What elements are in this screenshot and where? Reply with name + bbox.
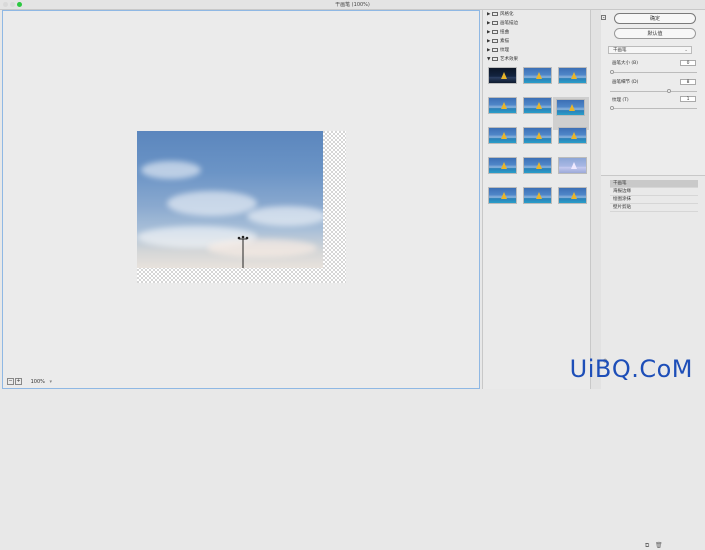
chevron-down-icon: ⌄ <box>684 48 688 53</box>
default-button[interactable]: 默认值 <box>614 28 696 39</box>
filter-thumb[interactable] <box>558 157 587 174</box>
brush-size-label: 画笔大小 (B) <box>612 61 639 66</box>
texture-input[interactable]: 1 <box>680 96 696 102</box>
slider-handle[interactable] <box>610 70 614 74</box>
filter-thumb[interactable] <box>488 187 517 204</box>
folder-texture[interactable]: ▶ 纹理 <box>487 47 509 55</box>
filter-thumb[interactable] <box>523 67 552 84</box>
folder-icon <box>492 47 498 52</box>
effect-layer[interactable]: 海报边缘 <box>610 188 698 196</box>
slider-handle[interactable] <box>667 89 671 93</box>
brush-size-slider[interactable] <box>610 70 697 74</box>
folder-stylize[interactable]: ▶ 风格化 <box>487 11 514 19</box>
filter-thumb[interactable] <box>488 97 517 114</box>
folder-sketch[interactable]: ▶ 素描 <box>487 38 509 46</box>
filter-thumb[interactable] <box>558 67 587 84</box>
zoom-in-button[interactable]: + <box>15 378 22 385</box>
folder-icon <box>492 20 498 25</box>
folder-icon <box>492 11 498 16</box>
window-title: 干画笔 (100%) <box>335 2 370 8</box>
slider-handle[interactable] <box>610 106 614 110</box>
trash-icon[interactable]: 🗑 <box>655 542 663 549</box>
filter-thumb-selected[interactable] <box>556 99 585 116</box>
ok-button[interactable]: 确定 <box>614 13 696 24</box>
filter-thumb[interactable] <box>523 97 552 114</box>
filter-thumb[interactable] <box>523 157 552 174</box>
zoom-level[interactable]: 100% <box>31 379 45 385</box>
zoom-controls: − + 100% ▾ <box>7 378 52 385</box>
effect-layer[interactable]: 绘图涂抹 <box>610 196 698 204</box>
preview-pane[interactable]: − + 100% ▾ <box>2 10 480 389</box>
folder-distort[interactable]: ▶ 扭曲 <box>487 29 509 37</box>
texture-slider[interactable] <box>610 106 697 110</box>
filter-thumb[interactable] <box>523 187 552 204</box>
folder-icon <box>492 29 498 34</box>
panel-divider <box>590 10 601 389</box>
filter-thumb[interactable] <box>558 127 587 144</box>
brush-size-input[interactable]: 0 <box>680 60 696 66</box>
title-bar: 干画笔 (100%) <box>0 0 705 10</box>
filter-thumb[interactable] <box>558 187 587 204</box>
folder-icon <box>492 38 498 43</box>
filter-thumb[interactable] <box>523 127 552 144</box>
preview-image <box>137 131 323 268</box>
watermark: UiBQ.CoM <box>569 355 693 383</box>
chevron-down-icon[interactable]: ▾ <box>49 379 52 385</box>
folder-brush-strokes[interactable]: ▶ 画笔描边 <box>487 20 518 28</box>
filter-gallery: ▶ 风格化 ▶ 画笔描边 ▶ 扭曲 ▶ 素描 ▶ 纹理 ▼ 艺术效果 <box>482 10 591 389</box>
new-layer-icon[interactable]: ⧉ <box>645 542 649 550</box>
brush-detail-input[interactable]: 8 <box>680 79 696 85</box>
light-pole-icon <box>237 235 249 268</box>
preview-canvas <box>137 131 346 283</box>
folder-artistic[interactable]: ▼ 艺术效果 <box>487 56 518 64</box>
brush-detail-slider[interactable] <box>610 89 697 93</box>
brush-detail-label: 画笔细节 (D) <box>612 80 639 85</box>
zoom-out-button[interactable]: − <box>7 378 14 385</box>
filter-thumb[interactable] <box>488 127 517 144</box>
collapse-icon[interactable]: ⌃ <box>601 15 606 21</box>
effect-layer[interactable]: 干画笔 <box>610 180 698 188</box>
effect-layer[interactable]: 壁片剪贴 <box>610 204 698 212</box>
filter-thumb[interactable] <box>488 157 517 174</box>
filter-thumb[interactable] <box>488 67 517 84</box>
texture-label: 纹理 (T) <box>612 98 629 103</box>
filter-select[interactable]: 干画笔 ⌄ <box>608 46 692 54</box>
folder-icon <box>492 56 498 61</box>
